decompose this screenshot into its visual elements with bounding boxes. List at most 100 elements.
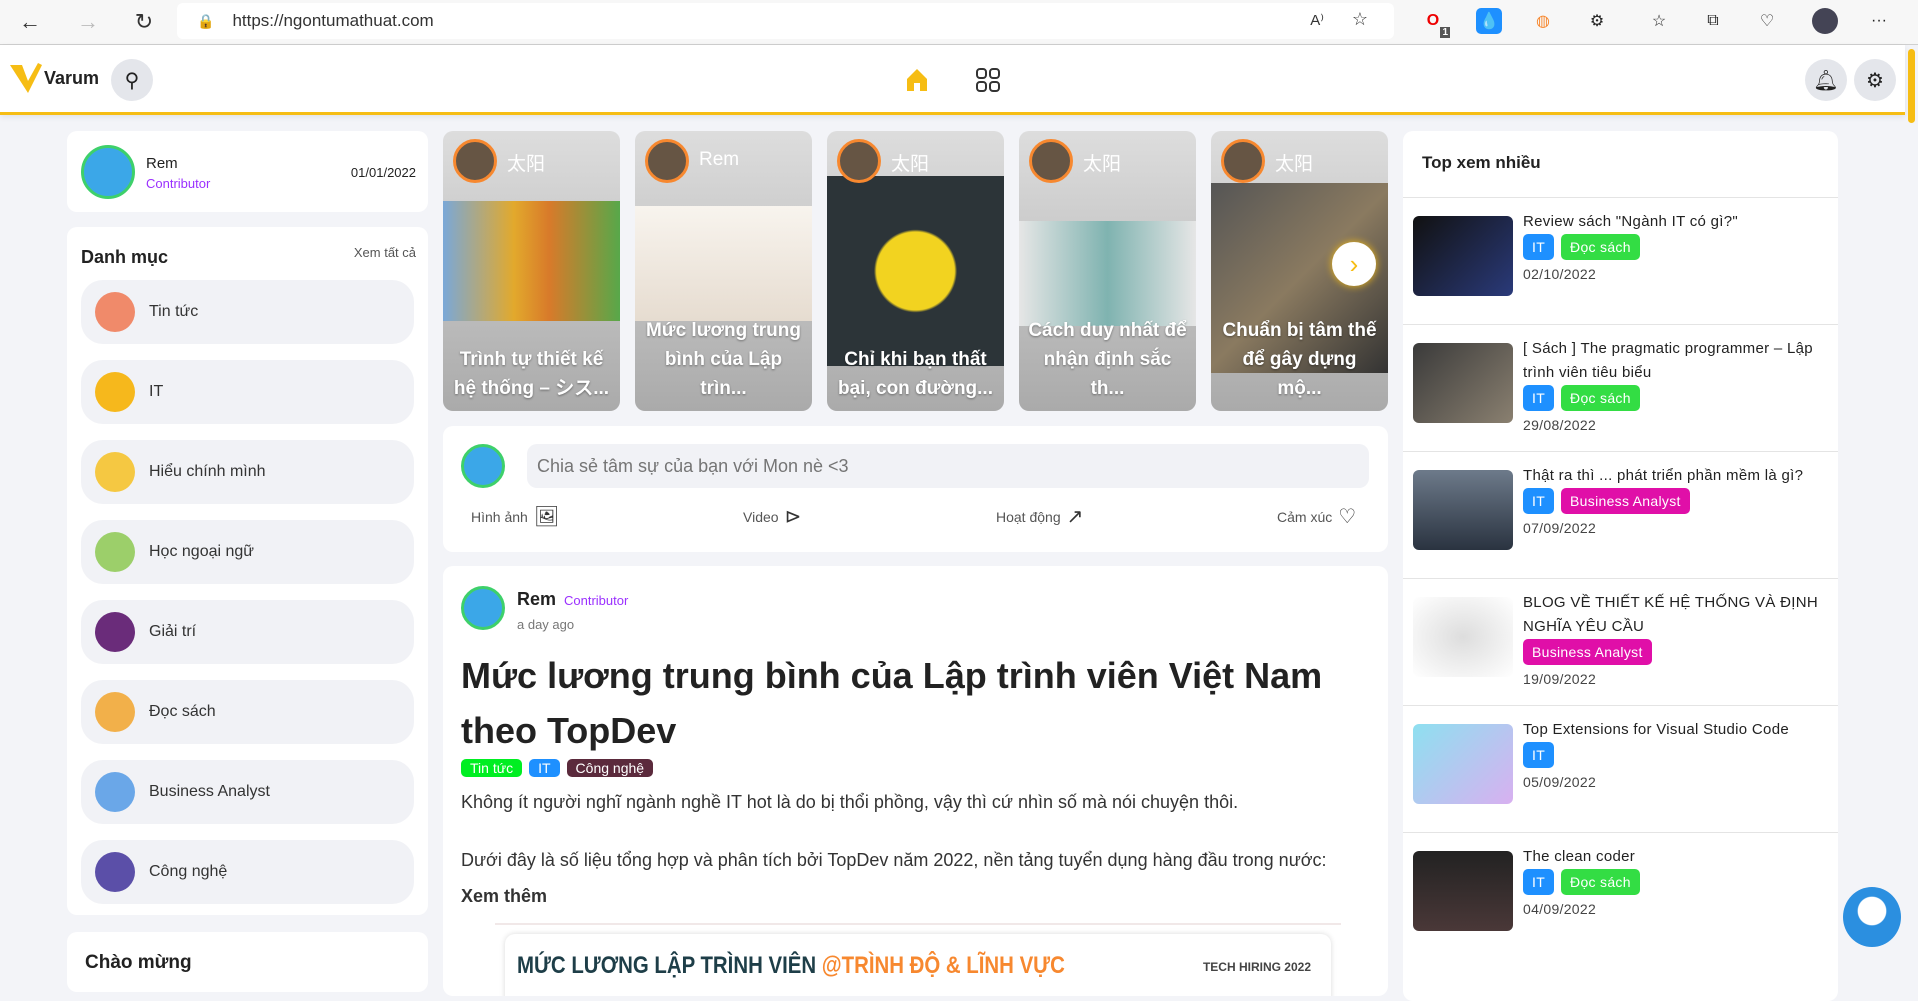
category-item[interactable]: Tin tức <box>81 280 414 344</box>
logo-text: Varum <box>44 67 100 88</box>
category-label: Học ngoại ngữ <box>149 543 254 560</box>
item-date: 02/10/2022 <box>1523 266 1597 282</box>
item-date: 29/08/2022 <box>1523 417 1597 433</box>
item-thumbnail <box>1413 724 1513 804</box>
extension-drop-icon[interactable]: 💧 <box>1476 8 1502 34</box>
category-icon <box>95 692 135 732</box>
item-title[interactable]: Thật ra thì ... phát triển phần mềm là g… <box>1523 464 1828 488</box>
story-card[interactable]: 太阳 Chỉ khi bạn thất bại, con đường... <box>827 131 1004 411</box>
story-card[interactable]: 太阳 Trình tự thiết kế hệ thống – シス... <box>443 131 620 411</box>
tag[interactable]: IT <box>1523 488 1555 514</box>
grid-icon[interactable] <box>975 67 1001 93</box>
stories-next-button[interactable]: › <box>1332 242 1376 286</box>
post-card: Rem Contributor a day ago Mức lương trun… <box>443 566 1388 996</box>
tag[interactable]: Business Analyst <box>1561 488 1690 514</box>
see-more-link[interactable]: Xem thêm <box>461 886 547 907</box>
more-menu-icon[interactable]: ··· <box>1866 8 1892 34</box>
category-item[interactable]: IT <box>81 360 414 424</box>
avatar[interactable] <box>461 586 505 630</box>
avatar[interactable] <box>81 145 135 199</box>
story-avatar <box>1221 139 1265 183</box>
address-bar[interactable]: 🔒 https://ngontumathuat.com A⁾ ☆ <box>177 3 1394 39</box>
item-title[interactable]: Review sách "Ngành IT có gì?" <box>1523 210 1828 234</box>
video-button[interactable]: Video ⊳ <box>743 504 801 529</box>
category-label: Đọc sách <box>149 703 216 720</box>
composer-card: Hình ảnh 🖼︎ Video ⊳ Hoạt động ↗ Cảm xúc ♡ <box>443 426 1388 552</box>
gear-icon: ⚙ <box>1866 69 1884 92</box>
forward-icon[interactable]: → <box>72 6 104 38</box>
extension-opera-icon[interactable]: O1 <box>1420 8 1450 38</box>
profile-avatar[interactable] <box>1812 8 1838 34</box>
profile-name[interactable]: Rem <box>146 155 178 172</box>
logo[interactable]: Varum <box>8 61 99 95</box>
tag[interactable]: IT <box>1523 385 1555 411</box>
search-button[interactable]: ⚲ <box>111 59 153 101</box>
tag[interactable]: Đọc sách <box>1561 869 1640 895</box>
tag[interactable]: IT <box>1523 234 1555 260</box>
story-image <box>827 176 1004 366</box>
story-avatar <box>1029 139 1073 183</box>
post-author[interactable]: Rem <box>517 589 556 610</box>
top-viewed-item[interactable]: [ Sách ] The pragmatic programmer – Lập … <box>1403 324 1838 451</box>
favorites-icon[interactable]: ☆ <box>1646 8 1672 34</box>
story-card[interactable]: Rem Mức lương trung bình của Lập trìn... <box>635 131 812 411</box>
category-item[interactable]: Hiểu chính mình <box>81 440 414 504</box>
category-item[interactable]: Giải trí <box>81 600 414 664</box>
back-icon[interactable]: ← <box>14 6 46 38</box>
profile-card: Rem Contributor 01/01/2022 <box>67 131 428 212</box>
category-icon <box>95 772 135 812</box>
post-time: a day ago <box>517 617 575 632</box>
story-author: 太阳 <box>507 154 546 175</box>
browser-essentials-icon[interactable]: ♡ <box>1754 8 1780 34</box>
item-title[interactable]: Top Extensions for Visual Studio Code <box>1523 718 1828 742</box>
item-thumbnail <box>1413 470 1513 550</box>
post-title[interactable]: Mức lương trung bình của Lập trình viên … <box>461 648 1341 758</box>
top-viewed-item[interactable]: Review sách "Ngành IT có gì?" IT Đọc sách 0… <box>1403 197 1838 324</box>
profile-date: 01/01/2022 <box>350 165 416 180</box>
tag-tin-tuc[interactable]: Tin tức <box>461 759 523 777</box>
top-viewed-item[interactable]: BLOG VỀ THIẾT KẾ HỆ THỐNG VÀ ĐỊNH NGHĨA … <box>1403 578 1838 705</box>
post-image[interactable]: MỨC LƯƠNG LẬP TRÌNH VIÊN @TRÌNH ĐỘ & LĨN… <box>505 934 1331 996</box>
tag[interactable]: Business Analyst <box>1523 639 1652 665</box>
tag-it[interactable]: IT <box>529 759 560 777</box>
scrollbar-thumb[interactable] <box>1908 49 1915 123</box>
tag[interactable]: IT <box>1523 869 1555 895</box>
top-viewed-item[interactable]: Thật ra thì ... phát triển phần mềm là g… <box>1403 451 1838 578</box>
favorite-add-icon[interactable]: ☆ <box>1352 9 1368 30</box>
story-title: Mức lương trung bình của Lập trìn... <box>645 320 801 399</box>
story-avatar <box>453 139 497 183</box>
category-item[interactable]: Học ngoại ngữ <box>81 520 414 584</box>
see-all-link[interactable]: Xem tất cả <box>354 245 416 260</box>
category-label: Giải trí <box>149 623 197 640</box>
story-avatar <box>837 139 881 183</box>
feeling-button[interactable]: Cảm xúc ♡ <box>1277 504 1356 529</box>
mascot-chat-button[interactable] <box>1843 887 1901 947</box>
category-item[interactable]: Business Analyst <box>81 760 414 824</box>
category-label: Tin tức <box>149 303 199 320</box>
refresh-icon[interactable]: ↻ <box>128 6 160 38</box>
photo-button[interactable]: Hình ảnh 🖼︎ <box>471 504 559 529</box>
top-viewed-item[interactable]: The clean coder IT Đọc sách 04/09/2022 <box>1403 832 1838 959</box>
settings-button[interactable]: ⚙ <box>1854 59 1896 101</box>
tag[interactable]: Đọc sách <box>1561 385 1640 411</box>
read-aloud-icon[interactable]: A⁾ <box>1310 11 1324 29</box>
tag-cong-nghe[interactable]: Công nghệ <box>566 759 654 777</box>
home-icon[interactable] <box>904 67 930 93</box>
activity-button[interactable]: Hoạt động ↗ <box>996 504 1083 529</box>
tag[interactable]: Đọc sách <box>1561 234 1640 260</box>
collections-icon[interactable]: ⧉ <box>1700 8 1726 34</box>
item-title[interactable]: BLOG VỀ THIẾT KẾ HỆ THỐNG VÀ ĐỊNH NGHĨA … <box>1523 591 1828 639</box>
category-item[interactable]: Công nghệ <box>81 840 414 904</box>
extension-orange-icon[interactable]: ◍ <box>1530 8 1556 34</box>
story-card[interactable]: 太阳 Cách duy nhất để nhận định sắc th... <box>1019 131 1196 411</box>
notifications-button[interactable]: 🔔︎ <box>1805 59 1847 101</box>
item-title[interactable]: [ Sách ] The pragmatic programmer – Lập … <box>1523 337 1828 385</box>
top-viewed-title: Top xem nhiều <box>1422 153 1541 172</box>
status-input[interactable] <box>527 444 1369 488</box>
item-title[interactable]: The clean coder <box>1523 845 1828 869</box>
category-item[interactable]: Đọc sách <box>81 680 414 744</box>
tag[interactable]: IT <box>1523 742 1555 768</box>
top-viewed-item[interactable]: Top Extensions for Visual Studio Code IT 0… <box>1403 705 1838 832</box>
extensions-icon[interactable]: ⚙ <box>1584 8 1610 34</box>
categories-card: Danh mục Xem tất cả Tin tức IT Hiểu chính … <box>67 227 428 915</box>
